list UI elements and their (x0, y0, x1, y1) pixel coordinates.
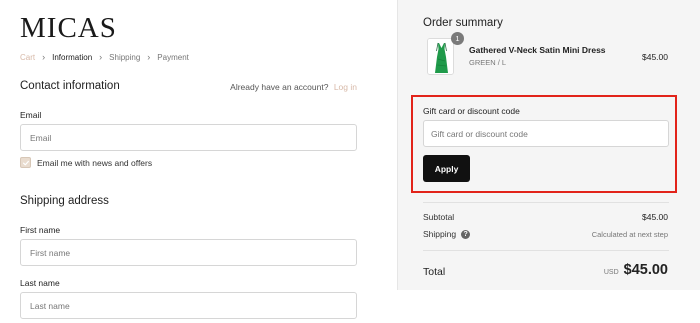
green-dress-image (428, 39, 453, 74)
divider (423, 202, 669, 203)
apply-discount-button[interactable]: Apply (423, 155, 470, 182)
question-mark-icon[interactable]: ? (461, 229, 471, 239)
product-variant: GREEN / L (469, 58, 507, 67)
order-summary-title: Order summary (423, 17, 503, 29)
discount-code-input[interactable] (423, 120, 669, 147)
login-link[interactable]: Log in (334, 82, 357, 92)
brand-logo[interactable]: MICAS (20, 12, 117, 45)
divider (423, 250, 669, 251)
shipping-section-title: Shipping address (20, 195, 109, 207)
subtotal-label: Subtotal (423, 212, 455, 222)
first-name-input[interactable] (20, 239, 357, 266)
checkmark-icon (22, 160, 29, 165)
total-value: $45.00 (623, 262, 668, 278)
checkout-form-panel: MICAS Cart › Information › Shipping › Pa… (0, 0, 397, 323)
account-prompt: Already have an account? Log in (230, 82, 357, 92)
email-input[interactable] (20, 124, 357, 151)
breadcrumb-shipping: Shipping (109, 52, 141, 62)
product-thumbnail (427, 38, 454, 75)
last-name-input[interactable] (20, 292, 357, 319)
total-label: Total (423, 266, 446, 278)
shipping-label: Shipping (423, 229, 457, 239)
product-name: Gathered V-Neck Satin Mini Dress (469, 45, 606, 55)
newsletter-checkbox[interactable] (20, 157, 31, 168)
breadcrumb-cart[interactable]: Cart (20, 53, 35, 62)
breadcrumb: Cart › Information › Shipping › Payment (20, 52, 189, 62)
shipping-row-label: Shipping ? (423, 229, 471, 239)
shipping-value: Calculated at next step (591, 230, 668, 239)
quantity-badge: 1 (451, 32, 464, 45)
chevron-right-icon: › (99, 52, 103, 62)
newsletter-label: Email me with news and offers (37, 157, 153, 168)
breadcrumb-payment: Payment (157, 52, 189, 62)
product-price: $45.00 (642, 52, 668, 62)
order-summary-panel: Order summary 1 Gathered V-Neck Satin Mi… (397, 0, 700, 290)
chevron-right-icon: › (147, 52, 151, 62)
first-name-label: First name (20, 225, 61, 235)
total-currency: USD (603, 269, 619, 276)
last-name-label: Last name (20, 278, 60, 288)
subtotal-value: $45.00 (642, 212, 668, 222)
chevron-right-icon: › (42, 52, 46, 62)
account-prompt-text: Already have an account? (230, 82, 329, 92)
contact-section-title: Contact information (20, 80, 120, 92)
email-label: Email (20, 110, 42, 120)
newsletter-option[interactable]: Email me with news and offers (20, 157, 152, 168)
breadcrumb-information: Information (52, 52, 93, 62)
discount-label: Gift card or discount code (423, 106, 520, 116)
total-amount: USD $45.00 (604, 262, 668, 278)
